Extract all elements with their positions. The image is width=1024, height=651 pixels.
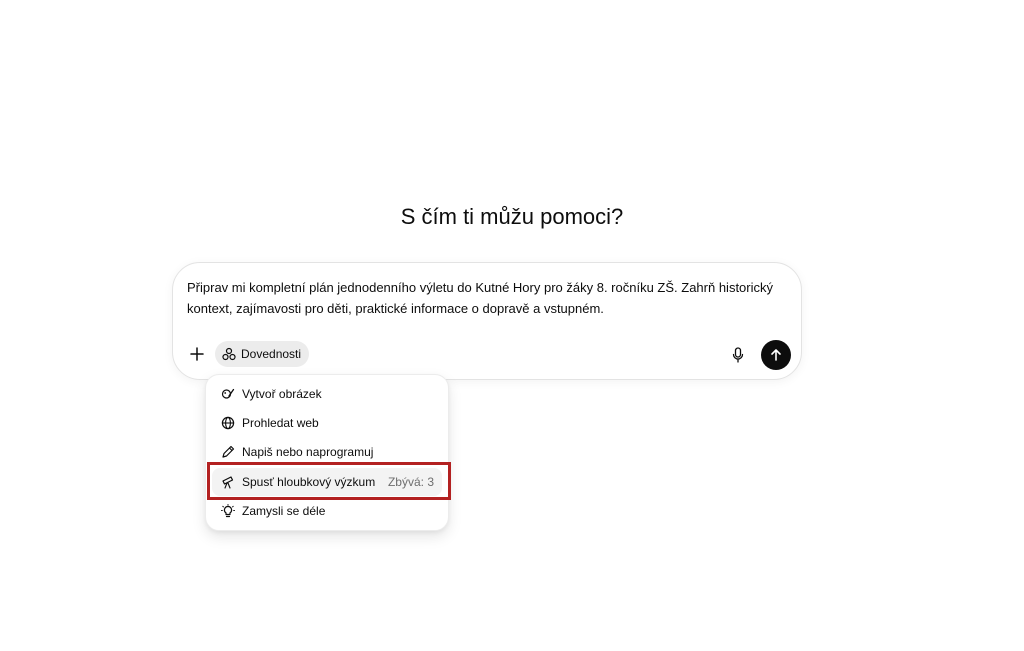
menu-item-web-search[interactable]: Prohledat web <box>212 409 442 437</box>
skills-label: Dovednosti <box>241 347 302 361</box>
menu-item-label: Prohledat web <box>242 416 319 430</box>
dictate-button[interactable] <box>728 341 748 369</box>
skills-button[interactable]: Dovednosti <box>215 341 310 367</box>
add-attachment-button[interactable] <box>185 342 209 366</box>
menu-item-write-code[interactable]: Napiš nebo naprogramuj <box>212 438 442 466</box>
pen-icon <box>220 444 236 460</box>
menu-item-label: Napiš nebo naprogramuj <box>242 445 374 459</box>
send-button[interactable] <box>761 340 791 370</box>
arrow-up-icon <box>771 349 781 361</box>
menu-item-deep-research[interactable]: Spusť hloubkový výzkum Zbývá: 3 <box>212 468 442 496</box>
menu-item-label: Vytvoř obrázek <box>242 387 322 401</box>
prompt-input[interactable]: Připrav mi kompletní plán jednodenního v… <box>187 277 787 319</box>
composer-toolbar-left: Dovednosti <box>185 341 310 367</box>
telescope-icon <box>220 474 236 490</box>
composer-toolbar-right <box>728 340 791 370</box>
menu-item-think-longer[interactable]: Zamysli se déle <box>212 497 442 525</box>
plus-icon <box>190 347 204 361</box>
skills-menu: Vytvoř obrázek Prohledat web Napiš nebo … <box>205 374 449 531</box>
prompt-composer[interactable]: Připrav mi kompletní plán jednodenního v… <box>172 262 802 380</box>
menu-item-label: Spusť hloubkový výzkum <box>242 475 376 489</box>
menu-item-label: Zamysli se déle <box>242 504 326 518</box>
remaining-count: Zbývá: 3 <box>387 475 434 489</box>
lightbulb-icon <box>220 503 236 519</box>
page-title: S čím ti můžu pomoci? <box>400 204 624 229</box>
menu-item-create-image[interactable]: Vytvoř obrázek <box>212 380 442 408</box>
image-brush-icon <box>220 386 236 402</box>
microphone-icon <box>732 347 744 363</box>
globe-icon <box>220 415 236 431</box>
skills-icon <box>222 347 236 361</box>
